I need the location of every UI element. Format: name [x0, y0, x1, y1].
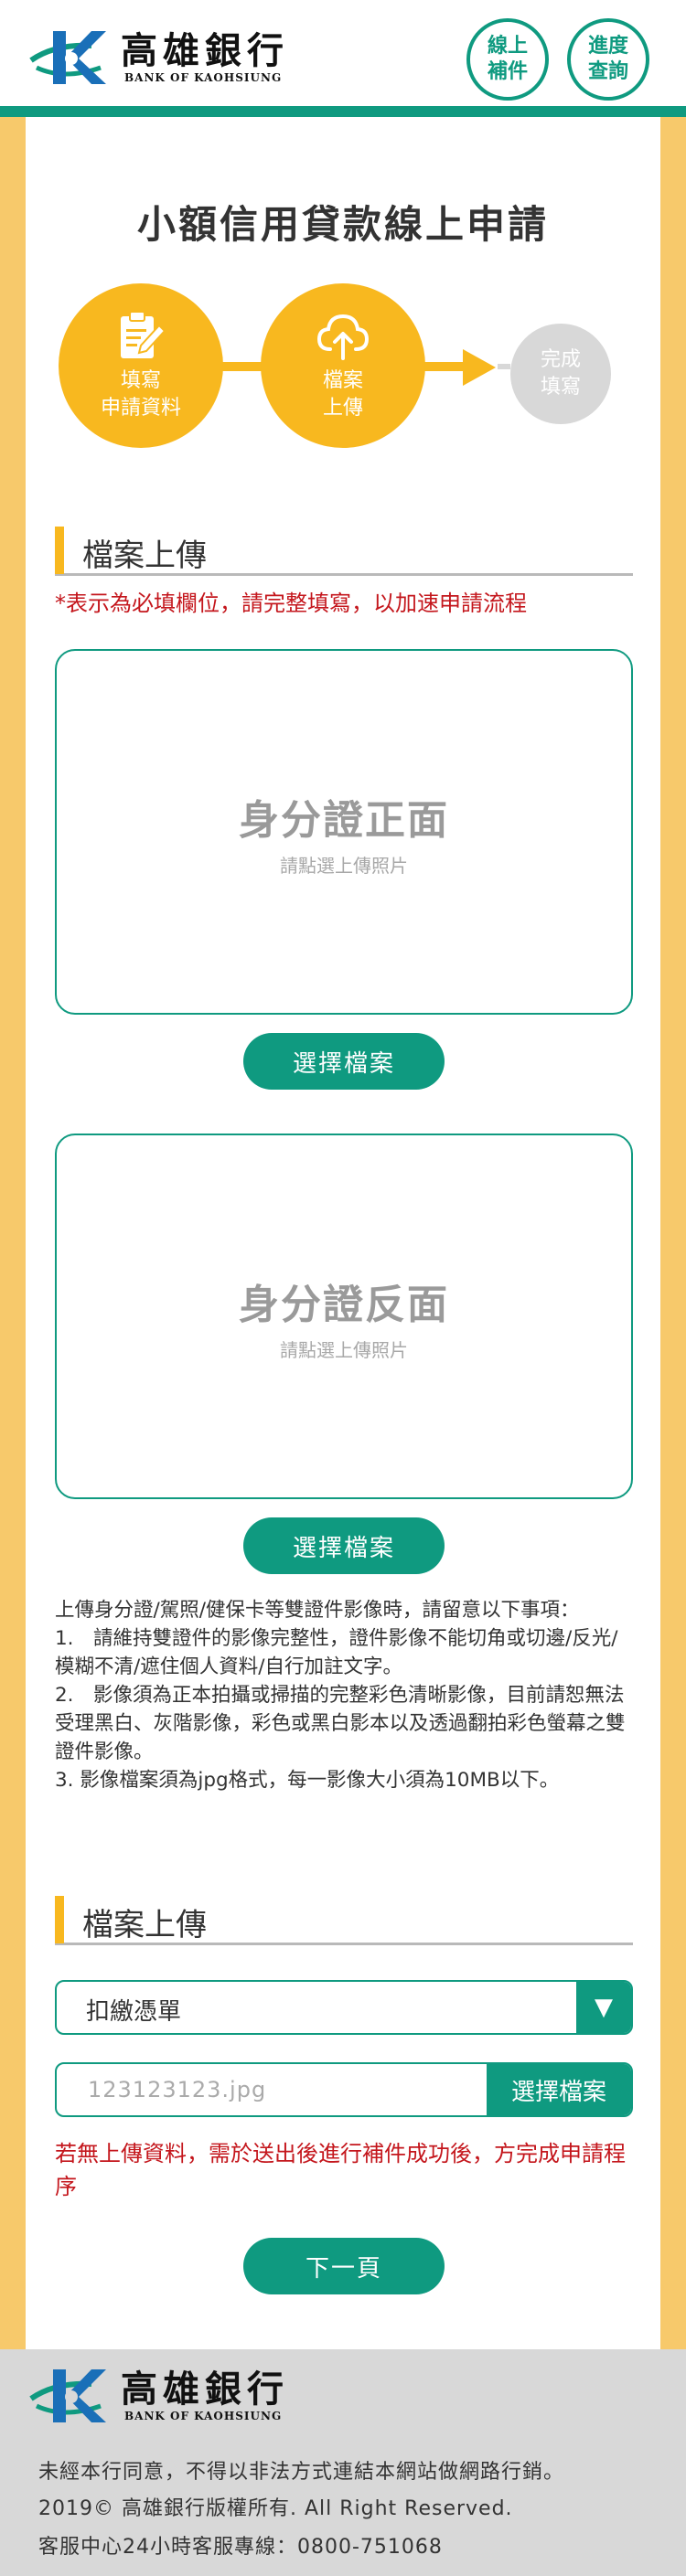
bank-k-logo-icon — [29, 2369, 106, 2422]
section-header-upload-2: 檔案上傳 — [55, 1890, 633, 1945]
step-complete: 完成 填寫 — [510, 324, 611, 424]
step-label: 填寫 申請資料 — [100, 369, 181, 420]
header-divider — [0, 106, 686, 117]
bank-logo[interactable]: 高雄銀行 BANK OF KAOHSIUNG — [27, 27, 289, 88]
online-supplement-button[interactable]: 線上 補件 — [466, 18, 549, 101]
upload-notice: 上傳身分證/駕照/健保卡等雙證件影像時，請留意以下事項： 1. 請維持雙證件的影… — [55, 1596, 633, 1794]
section-title: 檔案上傳 — [82, 538, 207, 574]
id-back-upload-area[interactable]: 身分證反面 請點選上傳照片 — [55, 1134, 633, 1499]
footer-bank-logo: 高雄銀行 BANK OF KAOHSIUNG — [27, 2366, 289, 2426]
step-dash — [498, 364, 510, 369]
upload-hint: 請點選上傳照片 — [280, 1338, 408, 1361]
logo-english-name: BANK OF KAOHSIUNG — [124, 71, 283, 84]
logo-chinese-name: 高雄銀行 — [121, 29, 289, 72]
step-file-upload: 檔案 上傳 — [261, 283, 425, 448]
upload-title: 身分證反面 — [239, 1281, 449, 1328]
section-title: 檔案上傳 — [82, 1907, 207, 1943]
bank-k-logo-icon — [29, 31, 106, 84]
id-front-upload-area[interactable]: 身分證正面 請點選上傳照片 — [55, 649, 633, 1015]
notice-item: 2. 影像須為正本拍攝或掃描的完整彩色清晰影像，目前請恕無法受理黑白、灰階影像，… — [55, 1684, 626, 1763]
footer-copyright: 2019© 高雄銀行版權所有. All Right Reserved. — [38, 2497, 513, 2520]
step-label: 檔案 上傳 — [322, 369, 363, 420]
upload-title: 身分證正面 — [239, 796, 449, 844]
form-edit-icon — [121, 311, 166, 358]
supplement-warning: 若無上傳資料，需於送出後進行補件成功後，方完成申請程序 — [55, 2141, 626, 2199]
select-value: 扣繳憑單 — [86, 1998, 182, 2026]
page-title: 小額信用貸款線上申請 — [136, 202, 549, 247]
notice-intro: 上傳身分證/駕照/健保卡等雙證件影像時，請留意以下事項： — [55, 1599, 580, 1622]
section-accent-bar — [55, 1896, 64, 1943]
cloud-upload-icon — [316, 314, 370, 360]
choose-file-button[interactable]: 選擇檔案 — [487, 2064, 631, 2115]
choose-file-front-button[interactable]: 選擇檔案 — [243, 1033, 445, 1090]
progress-inquiry-button[interactable]: 進度 查詢 — [567, 18, 649, 101]
footer-hotline: 客服中心24小時客服專線：0800-751068 — [38, 2536, 443, 2559]
next-page-button[interactable]: 下一頁 — [243, 2238, 445, 2294]
logo-english-name: BANK OF KAOHSIUNG — [124, 2410, 283, 2422]
site-header: 高雄銀行 BANK OF KAOHSIUNG 線上 補件 進度 查詢 — [0, 0, 686, 112]
step-fill-application: 填寫 申請資料 — [59, 283, 223, 448]
choose-file-back-button[interactable]: 選擇檔案 — [243, 1517, 445, 1574]
dropdown-arrow-icon[interactable]: ▼ — [576, 1982, 631, 2033]
main-content: 小額信用貸款線上申請 填寫 申請資料 檔案 上傳 完成 填寫 檔案上傳 *表示為… — [26, 117, 660, 2349]
selected-file-name: 123123123.jpg — [88, 2077, 267, 2102]
required-fields-note: *表示為必填欄位，請完整填寫，以加速申請流程 — [55, 591, 527, 616]
upload-hint: 請點選上傳照片 — [280, 854, 408, 877]
notice-item: 3. 影像檔案須為jpg格式，每一影像大小須為10MB以下。 — [55, 1769, 560, 1792]
footer-copyright-notice: 未經本行同意，不得以非法方式連結本網站做網路行銷。 — [38, 2461, 565, 2484]
section-accent-bar — [55, 527, 64, 574]
step-label: 完成 填寫 — [540, 348, 581, 399]
site-footer: 高雄銀行 BANK OF KAOHSIUNG 未經本行同意，不得以非法方式連結本… — [0, 2349, 686, 2576]
section-header-upload: 檔案上傳 — [55, 521, 633, 576]
step-arrow-head — [463, 349, 496, 386]
logo-chinese-name: 高雄銀行 — [121, 2368, 289, 2411]
notice-item: 1. 請維持雙證件的影像完整性，證件影像不能切角或切邊/反光/模糊不清/遮住個人… — [55, 1627, 618, 1678]
file-input[interactable]: 123123123.jpg 選擇檔案 — [55, 2062, 633, 2117]
document-type-select[interactable]: 扣繳憑單 ▼ — [55, 1980, 633, 2035]
